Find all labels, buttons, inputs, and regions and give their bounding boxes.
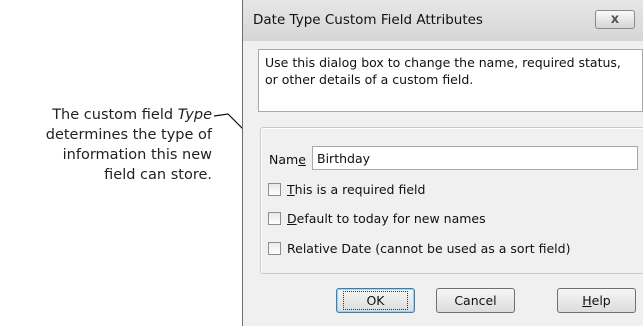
ok-button-label: OK xyxy=(343,291,408,310)
description-box: Use this dialog box to change the name, … xyxy=(258,49,643,112)
name-label: Name xyxy=(269,152,306,167)
default-today-label-text: efault to today for new names xyxy=(296,211,486,226)
help-accelerator: H xyxy=(582,293,592,308)
cancel-button[interactable]: Cancel xyxy=(436,288,515,313)
required-field-label-text: his is a required field xyxy=(294,182,426,197)
callout-line-3: information this new xyxy=(62,147,212,163)
callout-line-4: field can store. xyxy=(104,167,212,183)
close-icon: x xyxy=(610,12,620,27)
relative-date-label: Relative Date (cannot be used as a sort … xyxy=(287,241,571,256)
close-button[interactable]: x xyxy=(595,10,635,29)
relative-date-checkbox[interactable]: Relative Date (cannot be used as a sort … xyxy=(268,241,570,256)
required-field-checkbox[interactable]: This is a required field xyxy=(268,182,425,197)
required-field-label: This is a required field xyxy=(287,182,425,197)
dialog-title: Date Type Custom Field Attributes xyxy=(253,12,483,28)
name-label-accelerator: e xyxy=(298,152,306,167)
ok-button[interactable]: OK xyxy=(336,288,415,313)
callout-line-1: The custom field Type xyxy=(0,105,212,125)
checkbox-box[interactable] xyxy=(268,212,281,225)
callout-line-1-emphasis: Type xyxy=(177,107,212,123)
name-input[interactable] xyxy=(312,146,638,170)
callout-text: The custom field Type determines the typ… xyxy=(0,105,212,185)
required-field-accelerator: T xyxy=(287,182,295,197)
default-today-checkbox[interactable]: Default to today for new names xyxy=(268,211,486,226)
help-button[interactable]: Help xyxy=(557,288,636,313)
checkbox-box[interactable] xyxy=(268,183,281,196)
default-today-label: Default to today for new names xyxy=(287,211,486,226)
callout-line-2: determines the type of xyxy=(45,127,212,143)
checkbox-box[interactable] xyxy=(268,242,281,255)
custom-field-attributes-dialog: Date Type Custom Field Attributes x Use … xyxy=(242,0,643,326)
dialog-title-bar: Date Type Custom Field Attributes x xyxy=(243,0,643,41)
default-today-accelerator: D xyxy=(287,211,297,226)
name-label-text: Nam xyxy=(269,152,299,167)
help-label-text: elp xyxy=(591,293,611,308)
callout-line-1-prefix: The custom field xyxy=(52,107,178,123)
